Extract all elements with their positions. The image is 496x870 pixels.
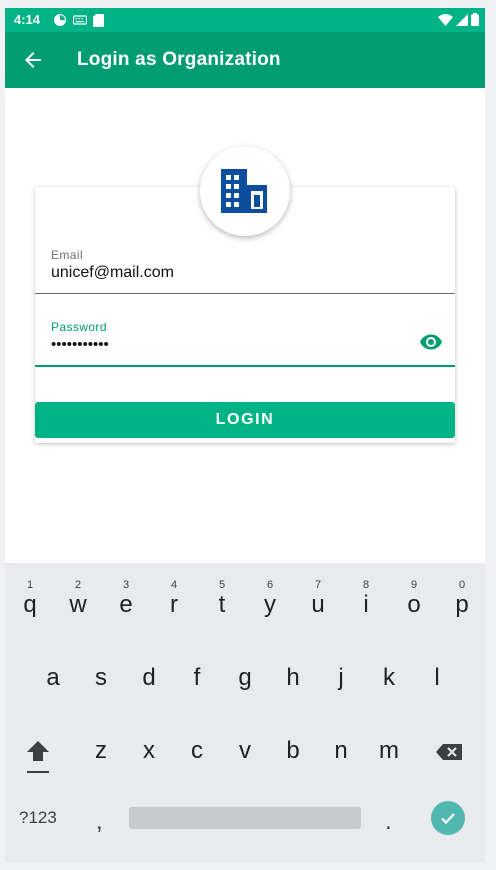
password-field[interactable]: Password •••••••••••	[35, 315, 455, 367]
soft-keyboard: 1 q 2 w 3 e 4 r 5 t 6 y 7 u 8 i 9 o 0 p a s d f g h j k l z x c v b n m ?123…	[5, 563, 485, 862]
key-label: l	[434, 664, 440, 691]
email-input[interactable]: unicef@mail.com	[51, 264, 174, 282]
key-v[interactable]: v	[222, 715, 268, 771]
key-label: y	[264, 591, 276, 618]
password-label: Password	[51, 320, 107, 334]
key-label: a	[46, 664, 60, 691]
key-label: v	[239, 737, 251, 764]
space-bar[interactable]	[129, 807, 361, 829]
password-input[interactable]: •••••••••••	[51, 336, 109, 353]
app-screen: 4:14 Login as Organization Email unicef@…	[5, 8, 485, 862]
backspace-icon	[436, 744, 462, 760]
key-q[interactable]: 1q	[7, 569, 53, 625]
key-label: t	[218, 591, 226, 618]
key-label: e	[119, 591, 133, 618]
battery-icon	[471, 13, 479, 26]
key-label: d	[142, 664, 156, 691]
key-label: q	[23, 591, 37, 618]
key-hint: 0	[458, 579, 466, 591]
key-label: k	[383, 664, 395, 691]
key-w[interactable]: 2w	[55, 569, 101, 625]
key-a[interactable]: a	[30, 642, 76, 698]
key-hint: 7	[314, 579, 322, 591]
key-u[interactable]: 7u	[295, 569, 341, 625]
eye-icon[interactable]	[419, 330, 443, 354]
key-label: h	[286, 664, 300, 691]
key-r[interactable]: 4r	[151, 569, 197, 625]
key-x[interactable]: x	[126, 715, 172, 771]
building-icon	[221, 169, 267, 213]
key-label: b	[286, 737, 300, 764]
key-d[interactable]: d	[126, 642, 172, 698]
check-icon	[441, 813, 455, 825]
key-label: w	[69, 591, 87, 618]
key-hint: 1	[26, 579, 34, 591]
key-label: n	[334, 737, 348, 764]
key-g[interactable]: g	[222, 642, 268, 698]
key-hint: 6	[266, 579, 274, 591]
organization-logo	[200, 146, 290, 236]
key-f[interactable]: f	[174, 642, 220, 698]
key-label: p	[455, 591, 469, 618]
key-hint: 4	[170, 579, 178, 591]
key-label: f	[193, 664, 201, 691]
key-c[interactable]: c	[174, 715, 220, 771]
email-label: Email	[51, 248, 84, 262]
sdcard-icon	[93, 13, 104, 27]
key-i[interactable]: 8i	[343, 569, 389, 625]
key-e[interactable]: 3e	[103, 569, 149, 625]
key-label: u	[311, 591, 325, 618]
period-key[interactable]: .	[385, 808, 392, 836]
key-label: g	[238, 664, 252, 691]
key-hint: 3	[122, 579, 130, 591]
key-s[interactable]: s	[78, 642, 124, 698]
key-l[interactable]: l	[414, 642, 460, 698]
shift-key[interactable]	[21, 735, 55, 775]
pie-icon	[54, 14, 66, 26]
shift-icon	[27, 741, 49, 773]
key-m[interactable]: m	[366, 715, 412, 771]
key-j[interactable]: j	[318, 642, 364, 698]
key-hint: 5	[218, 579, 226, 591]
keyboard-icon	[73, 15, 87, 25]
login-button[interactable]: LOGIN	[35, 402, 455, 438]
status-time: 4:14	[14, 12, 41, 27]
status-right-icons	[438, 13, 479, 26]
key-o[interactable]: 9o	[391, 569, 437, 625]
key-label: j	[338, 664, 344, 691]
backspace-key[interactable]	[435, 740, 465, 764]
status-left-icons	[53, 13, 104, 27]
symbols-key[interactable]: ?123	[19, 808, 57, 828]
key-hint: 2	[74, 579, 82, 591]
status-bar: 4:14	[5, 8, 485, 32]
key-p[interactable]: 0p	[439, 569, 485, 625]
key-label: s	[95, 664, 107, 691]
signal-icon	[456, 13, 468, 26]
key-label: z	[95, 737, 107, 764]
app-bar: Login as Organization	[5, 32, 485, 88]
key-label: i	[363, 591, 369, 618]
key-hint: 9	[410, 579, 418, 591]
key-hint: 8	[362, 579, 370, 591]
key-label: c	[191, 737, 203, 764]
key-y[interactable]: 6y	[247, 569, 293, 625]
wifi-icon	[438, 13, 453, 26]
key-n[interactable]: n	[318, 715, 364, 771]
key-k[interactable]: k	[366, 642, 412, 698]
key-h[interactable]: h	[270, 642, 316, 698]
key-b[interactable]: b	[270, 715, 316, 771]
enter-key[interactable]	[431, 801, 465, 835]
key-label: o	[407, 591, 421, 618]
key-label: m	[379, 737, 399, 764]
key-z[interactable]: z	[78, 715, 124, 771]
arrow-left-icon[interactable]	[21, 48, 45, 72]
key-label: r	[170, 591, 178, 618]
key-label: x	[143, 737, 155, 764]
email-field[interactable]: Email unicef@mail.com	[35, 245, 455, 294]
key-t[interactable]: 5t	[199, 569, 245, 625]
page-title: Login as Organization	[77, 49, 281, 70]
comma-key[interactable]: ,	[96, 808, 103, 836]
